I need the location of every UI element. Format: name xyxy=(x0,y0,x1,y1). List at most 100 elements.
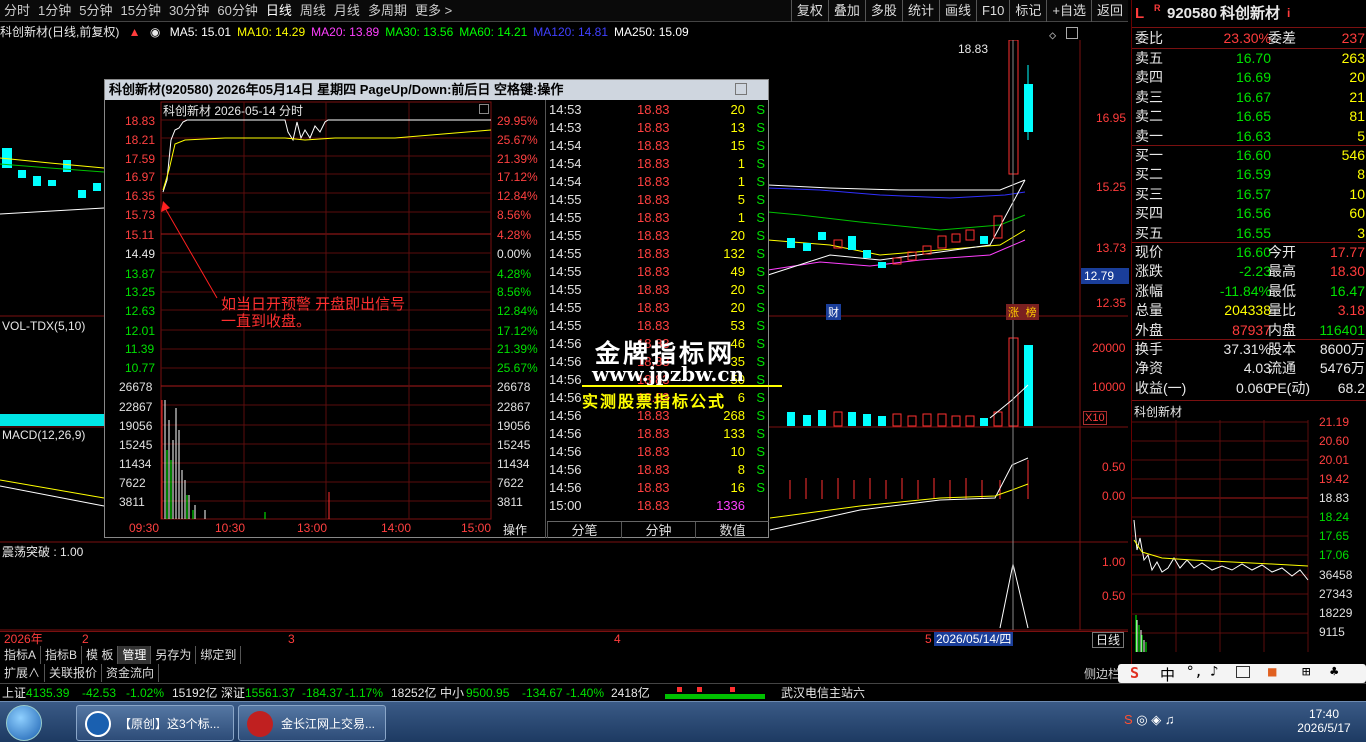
popup-tab-button[interactable]: 分笔 xyxy=(547,522,621,538)
row-volume: 3 xyxy=(1357,224,1365,241)
tick-side: S xyxy=(756,138,765,153)
toolbar-button[interactable]: 返回 xyxy=(1090,0,1128,22)
toolbar-button[interactable]: 复权 xyxy=(790,0,828,22)
tab-period[interactable]: 5分钟 xyxy=(75,0,116,22)
op-button[interactable]: 操作 xyxy=(503,521,527,538)
orderbook-row[interactable]: 卖一 16.63 5 xyxy=(1132,127,1366,146)
tick-side: S xyxy=(756,210,765,225)
popup-tab-button[interactable]: 分钟 xyxy=(621,522,695,538)
tick-row: 14:55 18.83 20 S xyxy=(547,281,769,299)
diamond-icon[interactable]: ◇ xyxy=(1049,28,1056,42)
stat-row: 涨跌 -2.23 最高 18.30 xyxy=(1132,262,1366,281)
tab-period[interactable]: 更多 > xyxy=(411,0,456,22)
tab-period[interactable]: 周线 xyxy=(296,0,330,22)
circle-icon[interactable]: ◉ xyxy=(150,25,160,39)
tick-price: 18.83 xyxy=(637,444,670,459)
indicator-tab[interactable]: 管理 xyxy=(118,646,152,664)
tab-period[interactable]: 分时 xyxy=(0,0,34,22)
keyboard-icon[interactable] xyxy=(1236,666,1250,678)
sogou-tray-icon[interactable]: S xyxy=(1124,712,1133,727)
orderbook-row[interactable]: 买四 16.56 60 xyxy=(1132,204,1366,223)
tab-period[interactable]: 多周期 xyxy=(364,0,411,22)
ime-mode[interactable]: 中 xyxy=(1160,664,1175,685)
window-icon[interactable] xyxy=(479,104,489,114)
extension-tab[interactable]: 扩展∧ xyxy=(0,664,46,682)
extension-tab[interactable]: 关联报价 xyxy=(45,664,103,682)
indicator-tab[interactable]: 模 板 xyxy=(82,646,119,664)
tray-icons[interactable]: S ◎ ◈ ♫ xyxy=(1124,712,1175,728)
tab-period[interactable]: 60分钟 xyxy=(213,0,261,22)
tick-volume: 8 xyxy=(737,462,745,477)
info-icon[interactable]: i xyxy=(1287,4,1290,23)
speaker-icon[interactable]: ♫ xyxy=(1165,712,1175,727)
intraday-popup[interactable]: 科创新材(920580) 2026年05月14日 星期四 PageUp/Down… xyxy=(104,79,769,538)
taskbar-item-trading[interactable]: 金长江网上交易... xyxy=(238,705,386,741)
popup-title[interactable]: 科创新材(920580) 2026年05月14日 星期四 PageUp/Down… xyxy=(105,80,768,100)
pct-label: 21.39% xyxy=(497,152,538,166)
orderbook-row[interactable]: 买五 16.55 3 xyxy=(1132,224,1366,243)
restore-icon[interactable] xyxy=(735,83,747,95)
punct-icon[interactable]: °, xyxy=(1186,664,1203,680)
indicator-tab[interactable]: 指标B xyxy=(41,646,83,664)
tab-period[interactable]: 30分钟 xyxy=(165,0,213,22)
taskbar-item-browser[interactable]: 【原创】这3个标... xyxy=(76,705,234,741)
tab-period[interactable]: 日线 xyxy=(262,0,296,22)
orderbook-row[interactable]: 买二 16.59 8 xyxy=(1132,165,1366,184)
index-amount: 2418亿 xyxy=(611,686,650,700)
start-button[interactable] xyxy=(6,705,42,741)
sogou-icon[interactable]: S xyxy=(1130,664,1139,682)
toolbar-button[interactable]: +自选 xyxy=(1046,0,1091,22)
toolbar-button[interactable]: F10 xyxy=(975,0,1009,22)
zd-panel-title: 震荡突破 : 1.00 xyxy=(2,545,84,559)
toolbar-button[interactable]: 画线 xyxy=(938,0,976,22)
stat-label: 最低 xyxy=(1268,282,1296,299)
tab-period[interactable]: 15分钟 xyxy=(116,0,164,22)
pct-label: 0.00% xyxy=(497,247,532,261)
orderbook-row[interactable]: 买三 16.57 10 xyxy=(1132,185,1366,204)
toolbar-button[interactable]: 标记 xyxy=(1009,0,1046,22)
current-price-tag: 12.79 xyxy=(1081,268,1129,284)
stat-value: 0.060 xyxy=(1235,379,1271,396)
security-icon[interactable]: ◈ xyxy=(1151,712,1161,727)
toolbar-button[interactable]: 叠加 xyxy=(827,0,865,22)
orderbook-row[interactable]: 买一 16.60 546 xyxy=(1132,146,1366,165)
indicator-tab[interactable]: 另存为 xyxy=(151,646,197,664)
mic-icon[interactable]: ♪ xyxy=(1210,664,1218,680)
orderbook-row[interactable]: 卖四 16.69 20 xyxy=(1132,68,1366,87)
toolbar-button[interactable]: 统计 xyxy=(901,0,939,22)
axis-month: 3 xyxy=(288,632,295,646)
orderbook-row[interactable]: 卖三 16.67 21 xyxy=(1132,88,1366,107)
row-price: 16.63 xyxy=(1235,127,1271,144)
popup-tab-button[interactable]: 数值 xyxy=(695,522,769,538)
limit-up-marker[interactable]: 涨 榜 xyxy=(1006,304,1039,320)
finance-marker[interactable]: 财 xyxy=(826,304,841,320)
tick-time: 14:55 xyxy=(549,228,582,243)
orderbook-row[interactable]: 卖二 16.65 81 xyxy=(1132,107,1366,126)
maximize-icon[interactable] xyxy=(1066,27,1078,39)
clock[interactable]: 17:40 2026/5/17 xyxy=(1294,707,1354,735)
stat-value: 116401 xyxy=(1319,321,1365,338)
ime-toolbar[interactable]: S 中 °, ♪ ■ ⊞ ♣ xyxy=(1118,664,1366,685)
index-label: 中小 xyxy=(440,686,465,700)
indicator-tabs: 指标A 指标B 模 板管理 另存为 绑定到 xyxy=(0,646,1128,664)
grid-icon[interactable]: ⊞ xyxy=(1302,664,1310,680)
tick-side: S xyxy=(756,462,765,477)
axis-label: 12.35 xyxy=(1096,296,1127,310)
orderbook-row[interactable]: 卖五 16.70 263 xyxy=(1132,49,1366,68)
toolbar-button[interactable]: 多股 xyxy=(864,0,902,22)
arrow-up-icon: ▲ xyxy=(128,25,141,39)
tab-period[interactable]: 月线 xyxy=(330,0,364,22)
pct-label: 25.67% xyxy=(497,133,538,147)
extension-tab[interactable]: 资金流向 xyxy=(102,664,160,682)
tick-row: 14:54 18.83 1 S xyxy=(547,173,769,191)
tab-period[interactable]: 1分钟 xyxy=(34,0,75,22)
indicator-tab[interactable]: 指标A xyxy=(0,646,42,664)
pct-label: 12.84% xyxy=(497,189,538,203)
shirt-icon[interactable]: ♣ xyxy=(1330,664,1338,680)
skin-icon[interactable]: ■ xyxy=(1268,664,1276,680)
network-icon[interactable]: ◎ xyxy=(1136,712,1147,727)
side-label[interactable]: 侧边栏 xyxy=(1084,665,1120,682)
server-label[interactable]: 武汉电信主站六 xyxy=(781,684,865,702)
indicator-tab[interactable]: 绑定到 xyxy=(196,646,242,664)
ma-label: MA30: 13.56 xyxy=(385,25,454,39)
